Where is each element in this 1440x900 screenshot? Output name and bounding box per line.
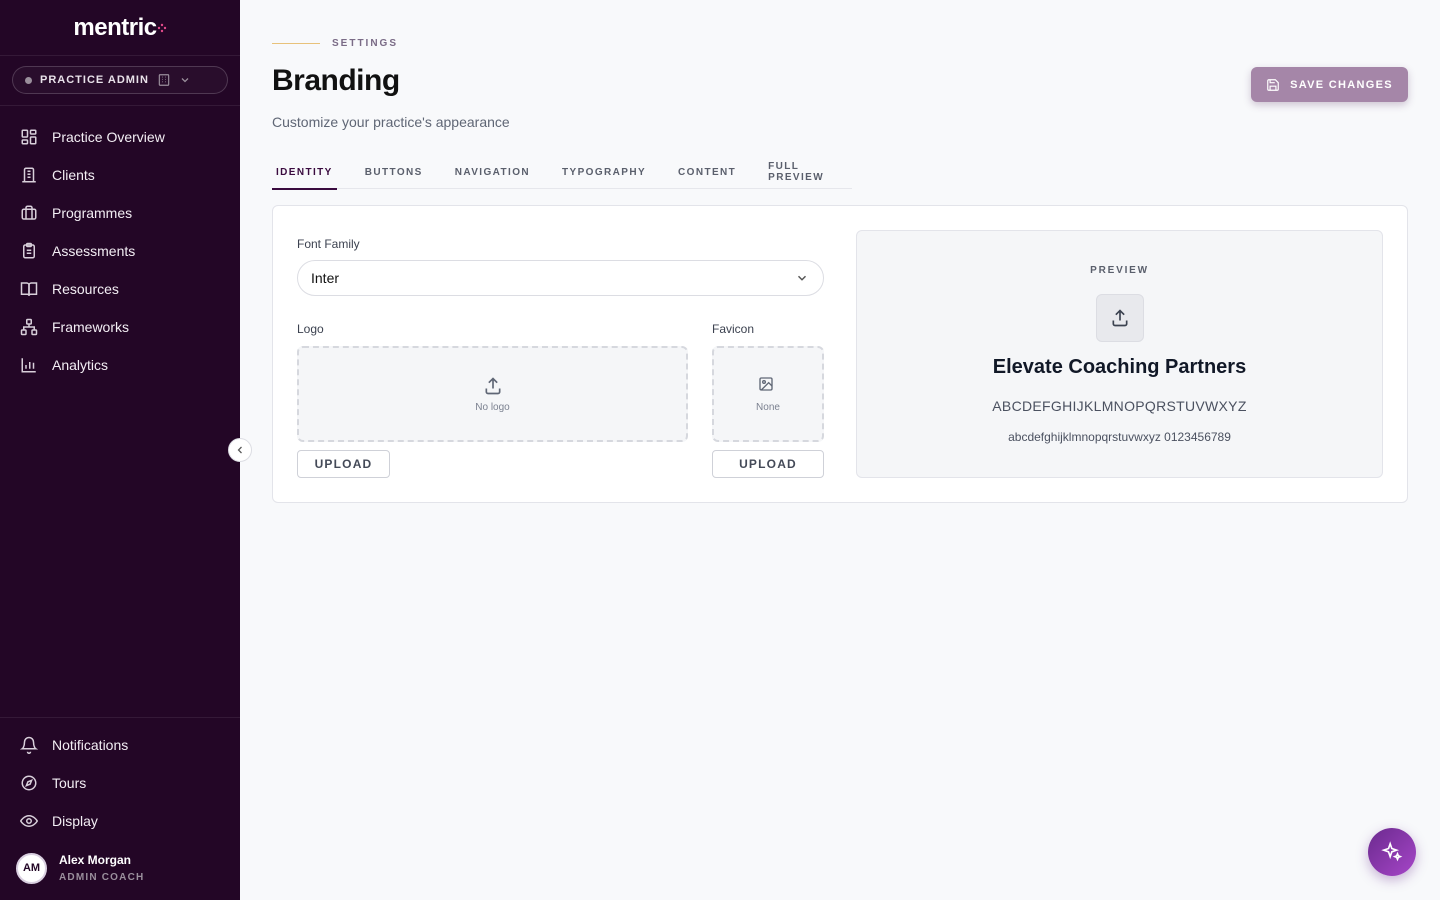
favicon-empty-text: None <box>756 401 780 413</box>
logo-dropzone[interactable]: No logo <box>297 346 688 442</box>
brand-mark-icon <box>157 23 167 33</box>
role-status-dot <box>25 76 32 84</box>
building-icon <box>20 166 38 184</box>
tab-content[interactable]: CONTENT <box>674 155 740 189</box>
font-family-select[interactable]: Inter <box>297 260 824 296</box>
save-changes-button[interactable]: SAVE CHANGES <box>1251 67 1408 102</box>
logo-empty-text: No logo <box>475 401 510 413</box>
user-profile[interactable]: AM Alex Morgan ADMIN COACH <box>0 842 240 894</box>
tab-full-preview[interactable]: FULL PREVIEW <box>764 155 828 189</box>
sidebar-item-assessments[interactable]: Assessments <box>0 232 240 270</box>
chevron-down-icon <box>795 271 809 285</box>
breadcrumb: SETTINGS <box>272 38 398 49</box>
eye-icon <box>20 812 38 830</box>
favicon-label: Favicon <box>712 322 755 336</box>
sidebar-item-label: Assessments <box>52 243 136 259</box>
sidebar: mentric PRACTICE ADMIN Practice Overview… <box>0 0 240 900</box>
logo-upload-button[interactable]: UPLOAD <box>297 450 390 478</box>
role-switcher[interactable]: PRACTICE ADMIN <box>12 66 228 94</box>
sidebar-item-label: Analytics <box>52 357 109 373</box>
book-icon <box>20 280 38 298</box>
font-family-value: Inter <box>311 270 340 286</box>
grid-icon <box>20 128 38 146</box>
avatar: AM <box>16 852 47 884</box>
chevron-down-icon <box>179 73 193 87</box>
font-family-label: Font Family <box>297 237 360 251</box>
sidebar-item-resources[interactable]: Resources <box>0 270 240 308</box>
preview-uppercase-sample: ABCDEFGHIJKLMNOPQRSTUVWXYZ <box>992 398 1247 414</box>
branding-preview: PREVIEW Elevate Coaching Partners ABCDEF… <box>856 230 1383 478</box>
favicon-upload-button[interactable]: UPLOAD <box>712 450 824 478</box>
sidebar-item-label: Programmes <box>52 205 133 221</box>
collapse-sidebar-button[interactable] <box>228 438 252 462</box>
preview-lowercase-sample: abcdefghijklmnopqrstuvwxyz 0123456789 <box>1008 430 1231 444</box>
favicon-dropzone[interactable]: None <box>712 346 824 442</box>
sparkles-icon <box>1381 841 1403 863</box>
sidebar-item-label: Display <box>52 813 98 829</box>
eyebrow-label: SETTINGS <box>332 38 399 49</box>
sidebar-item-notifications[interactable]: Notifications <box>0 726 240 764</box>
tab-navigation[interactable]: NAVIGATION <box>451 155 534 189</box>
sidebar-item-analytics[interactable]: Analytics <box>0 346 240 384</box>
clipboard-icon <box>20 242 38 260</box>
chevron-left-icon <box>234 444 246 456</box>
branding-tabs: IDENTITY BUTTONS NAVIGATION TYPOGRAPHY C… <box>272 155 852 190</box>
preview-logo <box>1096 294 1144 342</box>
identity-card: Font Family Inter Logo No logo UPLOAD Fa… <box>272 205 1408 503</box>
sidebar-item-label: Notifications <box>52 737 129 753</box>
sidebar-item-label: Frameworks <box>52 319 130 335</box>
sidebar-item-frameworks[interactable]: Frameworks <box>0 308 240 346</box>
sidebar-item-tours[interactable]: Tours <box>0 764 240 802</box>
sidebar-item-label: Tours <box>52 775 87 791</box>
tab-identity[interactable]: IDENTITY <box>272 155 337 190</box>
sidebar-item-clients[interactable]: Clients <box>0 156 240 194</box>
sidebar-nav: Practice Overview Clients Programmes Ass… <box>0 106 240 384</box>
bar-chart-icon <box>20 356 38 374</box>
preview-practice-name: Elevate Coaching Partners <box>992 356 1247 378</box>
upload-icon <box>1110 308 1130 328</box>
ai-assistant-button[interactable] <box>1368 828 1416 876</box>
network-icon <box>20 318 38 336</box>
bell-icon <box>20 736 38 754</box>
briefcase-icon <box>20 204 38 222</box>
preview-label: PREVIEW <box>1090 265 1149 276</box>
tab-buttons[interactable]: BUTTONS <box>361 155 427 189</box>
sidebar-item-label: Resources <box>52 281 119 297</box>
brand-logo[interactable]: mentric <box>0 0 240 56</box>
compass-icon <box>20 774 38 792</box>
tab-typography[interactable]: TYPOGRAPHY <box>558 155 650 189</box>
save-button-label: SAVE CHANGES <box>1290 78 1393 91</box>
image-icon <box>758 376 778 396</box>
user-role: ADMIN COACH <box>59 872 145 883</box>
sidebar-item-programmes[interactable]: Programmes <box>0 194 240 232</box>
sidebar-item-label: Clients <box>52 167 95 183</box>
page-title: Branding <box>272 64 400 97</box>
logo-label: Logo <box>297 322 324 336</box>
user-name: Alex Morgan <box>59 853 132 867</box>
brand-name: mentric <box>73 13 157 41</box>
building-icon <box>157 73 171 87</box>
upload-icon <box>483 376 503 396</box>
role-label: PRACTICE ADMIN <box>40 74 149 86</box>
save-icon <box>1266 78 1280 92</box>
sidebar-item-label: Practice Overview <box>52 129 165 145</box>
sidebar-item-practice-overview[interactable]: Practice Overview <box>0 118 240 156</box>
sidebar-footer: Notifications Tours Display AM Alex Morg… <box>0 717 240 900</box>
sidebar-item-display[interactable]: Display <box>0 802 240 840</box>
page-subtitle: Customize your practice's appearance <box>272 114 510 130</box>
eyebrow-line <box>272 43 320 44</box>
